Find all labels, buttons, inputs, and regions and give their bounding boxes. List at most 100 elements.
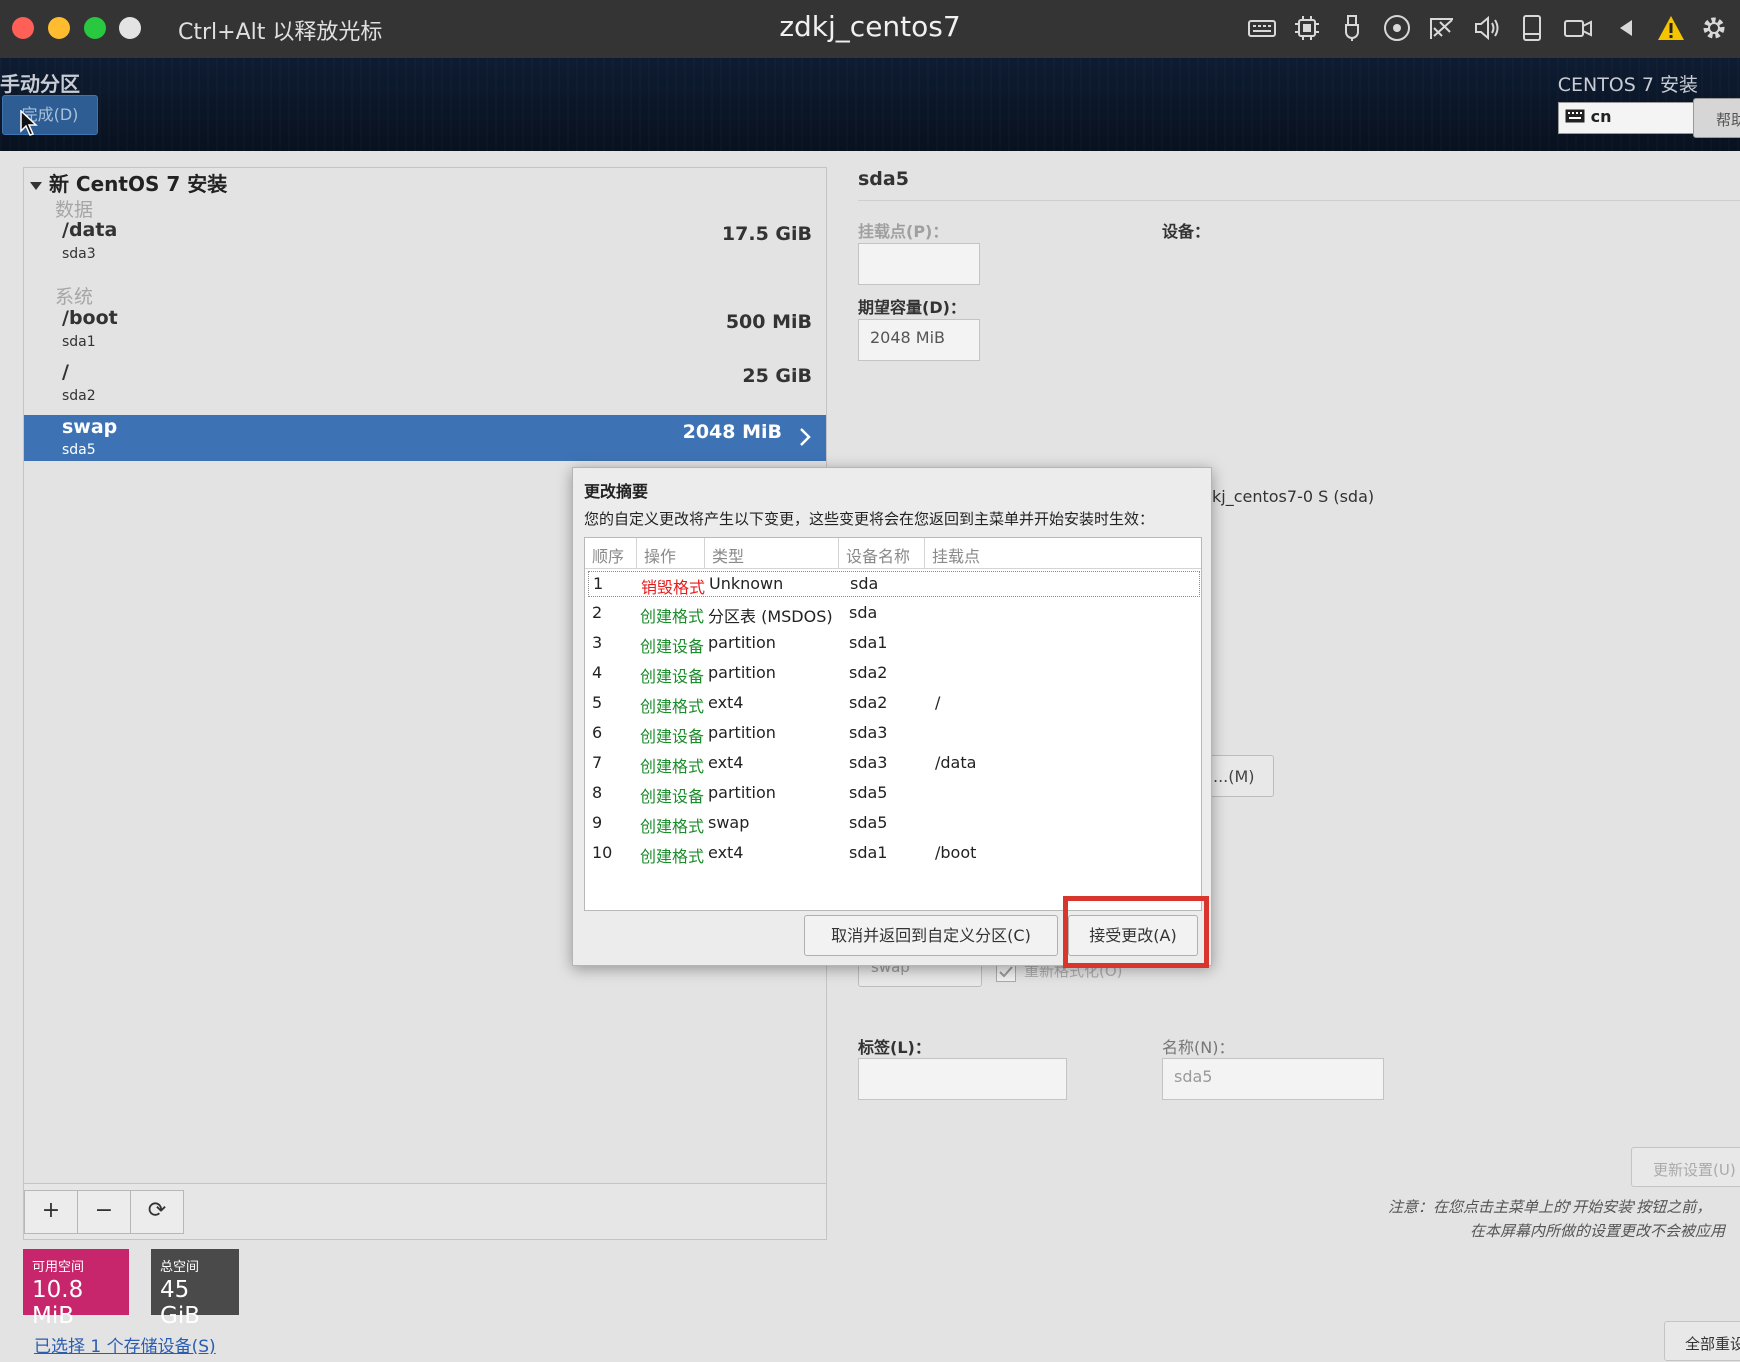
column-header-type[interactable]: 类型 <box>705 538 839 569</box>
table-row[interactable]: 10 创建格式 ext4 sda1 /boot <box>588 841 1200 867</box>
table-row[interactable]: 8 创建设备 partition sda5 <box>588 781 1200 807</box>
partition-size: 500 MiB <box>725 311 812 333</box>
note-line-1: 注意：在您点击主菜单上的'开始安装'按钮之前， <box>1388 1198 1712 1216</box>
cell-action: 创建格式 <box>640 847 705 866</box>
keyboard-layout-icon <box>1565 109 1585 123</box>
name-field[interactable]: sda5 <box>1162 1058 1384 1100</box>
cell-device: sda <box>849 603 878 622</box>
name-label: 名称(N)： <box>1162 1038 1235 1057</box>
partition-item[interactable]: / sda2 25 GiB <box>24 361 826 405</box>
dialog-description: 您的自定义更改将产生以下变更，这些变更将会在您返回到主菜单并开始安装时生效： <box>584 510 1155 528</box>
table-row[interactable]: 6 创建设备 partition sda3 <box>588 721 1200 747</box>
cell-type: ext4 <box>708 753 744 772</box>
refresh-button[interactable]: ⟳ <box>130 1190 184 1234</box>
installation-header-label: 新 CentOS 7 安装 <box>48 172 228 196</box>
cell-type: 分区表 (MSDOS) <box>708 607 833 626</box>
cell-device: sda1 <box>849 843 888 862</box>
cpu-icon[interactable] <box>1293 14 1321 42</box>
cell-type: swap <box>708 813 750 832</box>
total-space-value: 45 GiB <box>160 1277 200 1329</box>
storage-devices-link[interactable]: 已选择 1 个存储设备(S) <box>34 1332 216 1357</box>
sound-icon[interactable] <box>1473 14 1501 42</box>
cell-action: 创建格式 <box>640 697 705 716</box>
capacity-field[interactable]: 2048 MiB <box>858 319 980 361</box>
available-space-box: 可用空间 10.8 MiB <box>23 1249 129 1329</box>
cell-order: 9 <box>592 813 603 832</box>
partition-detail-title: sda5 <box>858 168 909 190</box>
keyboard-layout-indicator[interactable]: cn <box>1558 102 1694 134</box>
group-label-system: 系统 <box>55 286 94 308</box>
cell-order: 3 <box>592 633 603 652</box>
cell-mount: / <box>935 693 941 712</box>
installer-header: 手动分区 完成(D) CENTOS 7 安装 cn 帮助 <box>0 58 1740 151</box>
done-button[interactable]: 完成(D) <box>2 95 98 135</box>
cell-type: Unknown <box>709 574 784 593</box>
partition-mount: swap <box>62 416 118 438</box>
mount-point-field[interactable] <box>858 243 980 285</box>
table-row[interactable]: 3 创建设备 partition sda1 <box>588 631 1200 657</box>
installation-header[interactable]: 新 CentOS 7 安装 <box>30 168 227 197</box>
table-row[interactable]: 9 创建格式 swap sda5 <box>588 811 1200 837</box>
remove-partition-button[interactable]: − <box>77 1190 131 1234</box>
device-description: kj_centos7-0 S (sda) <box>1212 487 1375 506</box>
partition-item[interactable]: /boot sda1 500 MiB <box>24 307 826 351</box>
column-header-device[interactable]: 设备名称 <box>839 538 925 569</box>
available-space-label: 可用空间 <box>32 1260 85 1275</box>
storage-icon[interactable] <box>1518 14 1546 42</box>
disc-icon[interactable] <box>1383 14 1411 42</box>
update-settings-button[interactable]: 更新设置(U) <box>1631 1147 1740 1187</box>
cell-order: 2 <box>592 603 603 622</box>
cell-order: 10 <box>592 843 613 862</box>
cell-type: partition <box>708 633 776 652</box>
cell-type: partition <box>708 783 776 802</box>
total-space-box: 总空间 45 GiB <box>151 1249 239 1329</box>
partition-item[interactable]: /data sda3 17.5 GiB <box>24 219 826 263</box>
settings-icon[interactable] <box>1700 14 1728 42</box>
column-header-action[interactable]: 操作 <box>637 538 705 569</box>
changes-table: 顺序 操作 类型 设备名称 挂载点 1 销毁格式 Unknown sda 2 创… <box>584 537 1202 911</box>
tag-label: 标签(L)： <box>858 1038 931 1057</box>
page-title: 手动分区 <box>0 72 80 96</box>
table-row[interactable]: 7 创建格式 ext4 sda3 /data <box>588 751 1200 777</box>
warning-icon[interactable] <box>1656 14 1686 42</box>
total-space-label: 总空间 <box>160 1260 200 1275</box>
column-header-mount[interactable]: 挂载点 <box>925 538 1201 569</box>
cell-type: partition <box>708 663 776 682</box>
usb-icon[interactable] <box>1338 14 1366 42</box>
change-summary-dialog: 更改摘要 您的自定义更改将产生以下变更，这些变更将会在您返回到主菜单并开始安装时… <box>572 467 1212 966</box>
network-icon[interactable] <box>1428 14 1456 42</box>
cancel-return-button[interactable]: 取消并返回到自定义分区(C) <box>804 915 1058 956</box>
partition-mount: / <box>62 361 69 383</box>
tag-field[interactable] <box>858 1058 1067 1100</box>
table-row[interactable]: 1 销毁格式 Unknown sda <box>588 571 1200 597</box>
cell-type: partition <box>708 723 776 742</box>
cell-order: 1 <box>593 574 604 593</box>
partition-size: 17.5 GiB <box>721 223 812 245</box>
table-row[interactable]: 2 创建格式 分区表 (MSDOS) sda <box>588 601 1200 627</box>
keyboard-icon[interactable] <box>1248 14 1276 42</box>
add-partition-button[interactable]: + <box>24 1190 78 1234</box>
partition-item-selected[interactable]: swap sda5 2048 MiB <box>24 415 826 461</box>
cell-device: sda2 <box>849 663 888 682</box>
column-header-order[interactable]: 顺序 <box>585 538 637 569</box>
partition-device: sda5 <box>62 442 96 458</box>
highlight-box <box>1063 896 1209 968</box>
cell-device: sda1 <box>849 633 888 652</box>
partition-mount: /boot <box>62 307 118 329</box>
cell-order: 4 <box>592 663 603 682</box>
cell-order: 7 <box>592 753 603 772</box>
table-row[interactable]: 5 创建格式 ext4 sda2 / <box>588 691 1200 717</box>
cell-order: 8 <box>592 783 603 802</box>
help-button[interactable]: 帮助 <box>1693 98 1740 138</box>
table-row[interactable]: 4 创建设备 partition sda2 <box>588 661 1200 687</box>
cell-device: sda3 <box>849 753 888 772</box>
camera-icon[interactable] <box>1563 14 1593 42</box>
mouse-cursor-icon <box>20 110 38 136</box>
cell-device: sda3 <box>849 723 888 742</box>
reset-all-button[interactable]: 全部重设 <box>1664 1321 1740 1361</box>
device-label: 设备： <box>1162 222 1211 241</box>
window-titlebar: Ctrl+Alt 以释放光标 zdkj_centos7 <box>0 0 1740 58</box>
product-title: CENTOS 7 安装 <box>1557 74 1698 96</box>
partition-size: 2048 MiB <box>682 421 782 443</box>
back-icon[interactable] <box>1614 14 1638 42</box>
